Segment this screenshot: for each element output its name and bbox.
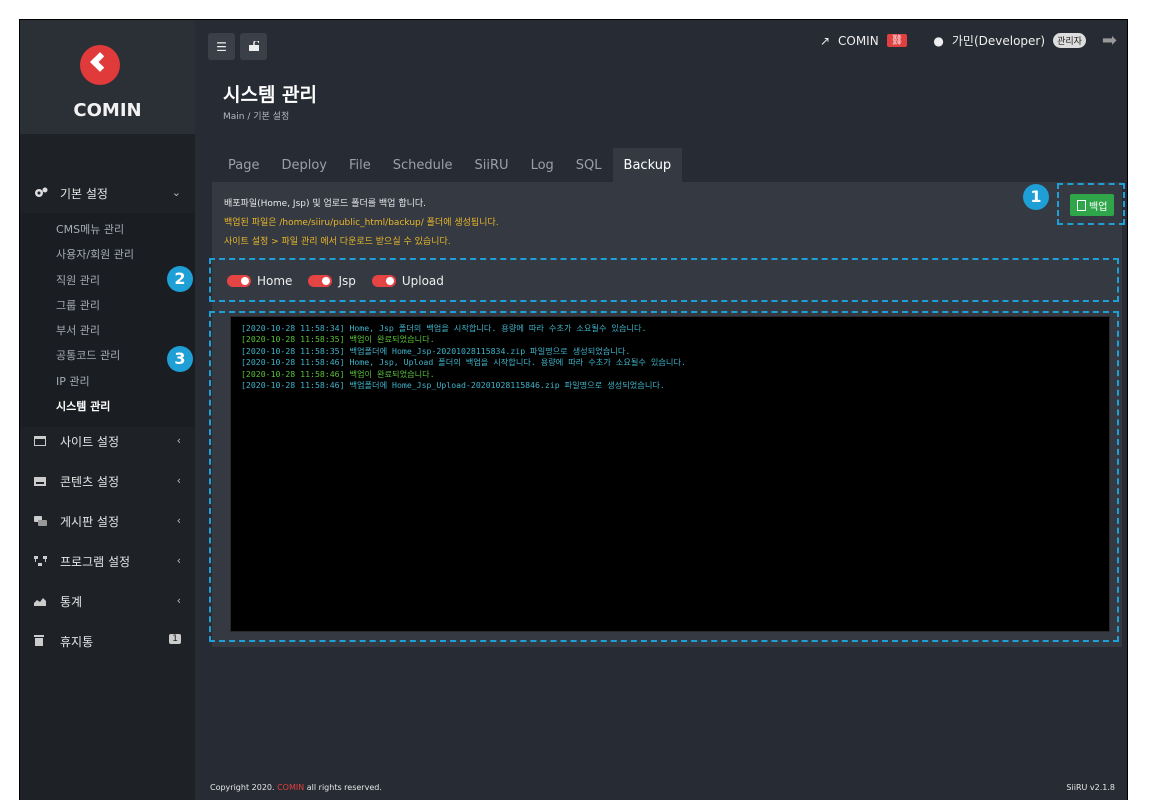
chevron-left-icon: ‹ — [176, 554, 181, 567]
chevron-left-icon: ‹ — [176, 434, 181, 447]
sidebar-item-label: 게시판 설정 — [60, 514, 120, 529]
chevron-down-icon: ⌄ — [171, 186, 181, 199]
sidebar-item-stats[interactable]: 통계 ‹ — [20, 581, 195, 621]
sidebar-item-label: 통계 — [60, 594, 83, 609]
sidebar-item-ip[interactable]: IP 관리 — [20, 369, 195, 394]
tab-schedule[interactable]: Schedule — [382, 148, 464, 183]
logo[interactable]: COMIN — [20, 20, 195, 134]
copyright-text: Copyright 2020. — [210, 783, 275, 792]
list-icon: ☰ — [216, 39, 227, 54]
app-window: COMIN 기본 설정 ⌄ CMS메뉴 관리 사용자/회원 관리 직원 관리 그… — [19, 19, 1128, 800]
tab-log[interactable]: Log — [520, 148, 565, 183]
sidebar-group-list: 사이트 설정 ‹ 콘텐츠 설정 ‹ 게시판 설정 ‹ 프로그램 설정 ‹ 통계 — [20, 421, 195, 661]
sidebar-item-board-settings[interactable]: 게시판 설정 ‹ — [20, 501, 195, 541]
user-name[interactable]: 가민(Developer) — [952, 32, 1045, 49]
logo-icon — [80, 45, 120, 85]
sidebar-item-site-settings[interactable]: 사이트 설정 ‹ — [20, 421, 195, 461]
keyboard-icon — [34, 475, 48, 487]
sidebar-group-basic: 기본 설정 ⌄ CMS메뉴 관리 사용자/회원 관리 직원 관리 그룹 관리 부… — [20, 173, 195, 428]
breadcrumb: Main / 기본 설정 — [223, 112, 290, 122]
callout-number-1: 1 — [1023, 184, 1049, 210]
sidebar-item-users[interactable]: 사용자/회원 관리 — [20, 242, 195, 267]
sidebar-item-label: 사이트 설정 — [60, 434, 120, 449]
tab-siiru[interactable]: SiiRU — [464, 148, 520, 183]
window-icon — [34, 435, 48, 447]
backup-notice: 배포파일(Home, Jsp) 및 업로드 폴더를 백업 합니다. 백업된 파일… — [224, 195, 499, 252]
link-icon[interactable]: ⛓ — [886, 34, 908, 47]
comments-icon — [34, 515, 48, 527]
sidebar-item-basic-settings[interactable]: 기본 설정 ⌄ — [20, 173, 195, 213]
trash-count-badge: 1 — [169, 634, 181, 644]
version-label: SiiRU v2.1.8 — [1066, 783, 1115, 792]
gears-icon — [34, 187, 48, 199]
logout-icon[interactable]: ➡ — [1102, 30, 1117, 51]
trash-icon — [34, 635, 48, 647]
user-icon: ● — [933, 33, 944, 48]
callout-box-2 — [209, 258, 1119, 302]
area-chart-icon — [34, 595, 48, 607]
notice-line: 사이트 설정 > 파일 관리 에서 다운로드 받으실 수 있습니다. — [224, 237, 451, 247]
notice-line: 배포파일(Home, Jsp) 및 업로드 폴더를 백업 합니다. — [224, 199, 427, 209]
sidebar-item-cms-menu[interactable]: CMS메뉴 관리 — [20, 217, 195, 242]
sidebar-item-content-settings[interactable]: 콘텐츠 설정 ‹ — [20, 461, 195, 501]
logo-text: COMIN — [73, 100, 142, 121]
callout-box-3 — [209, 311, 1119, 642]
sidebar-item-system[interactable]: 시스템 관리 — [20, 394, 195, 419]
tab-backup[interactable]: Backup — [612, 148, 683, 183]
unlock-icon — [248, 39, 260, 54]
user-area: ↗ COMIN ⛓ ● 가민(Developer) 관리자 ➡ — [820, 30, 1117, 51]
callout-box-1 — [1057, 183, 1125, 225]
copyright: Copyright 2020. COMIN all rights reserve… — [210, 783, 382, 792]
notice-line: 백업된 파일은 /home/siiru/public_html/backup/ … — [224, 218, 499, 228]
sidebar-item-label: 프로그램 설정 — [60, 554, 131, 569]
menu-toggle-button[interactable]: ☰ — [208, 33, 235, 60]
sidebar-item-program-settings[interactable]: 프로그램 설정 ‹ — [20, 541, 195, 581]
sidebar-item-label: 휴지통 — [60, 634, 94, 649]
submenu: CMS메뉴 관리 사용자/회원 관리 직원 관리 그룹 관리 부서 관리 공통코… — [20, 213, 195, 428]
external-link-icon: ↗ — [819, 33, 830, 48]
chevron-left-icon: ‹ — [176, 474, 181, 487]
tab-sql[interactable]: SQL — [565, 148, 613, 183]
sidebar-item-trash[interactable]: 휴지통 1 — [20, 621, 195, 661]
copyright-text: all rights reserved. — [306, 783, 382, 792]
tab-file[interactable]: File — [338, 148, 382, 183]
chevron-left-icon: ‹ — [176, 594, 181, 607]
tab-deploy[interactable]: Deploy — [270, 148, 338, 183]
page-title: 시스템 관리 — [223, 84, 318, 106]
top-toolbar: ☰ — [208, 33, 267, 60]
sidebar-item-label: 기본 설정 — [60, 186, 108, 201]
sitemap-icon — [34, 555, 48, 567]
lock-button[interactable] — [240, 33, 267, 60]
sidebar: COMIN 기본 설정 ⌄ CMS메뉴 관리 사용자/회원 관리 직원 관리 그… — [20, 20, 195, 800]
sidebar-item-departments[interactable]: 부서 관리 — [20, 318, 195, 343]
chevron-left-icon: ‹ — [176, 514, 181, 527]
copyright-brand: COMIN — [277, 783, 305, 792]
sidebar-item-label: 콘텐츠 설정 — [60, 474, 120, 489]
callout-number-3: 3 — [167, 346, 193, 372]
tab-page[interactable]: Page — [217, 148, 270, 183]
site-link[interactable]: COMIN — [838, 34, 879, 48]
callout-number-2: 2 — [167, 266, 193, 292]
sidebar-item-groups[interactable]: 그룹 관리 — [20, 293, 195, 318]
tab-bar: Page Deploy File Schedule SiiRU Log SQL … — [217, 148, 683, 183]
role-badge: 관리자 — [1053, 33, 1086, 48]
